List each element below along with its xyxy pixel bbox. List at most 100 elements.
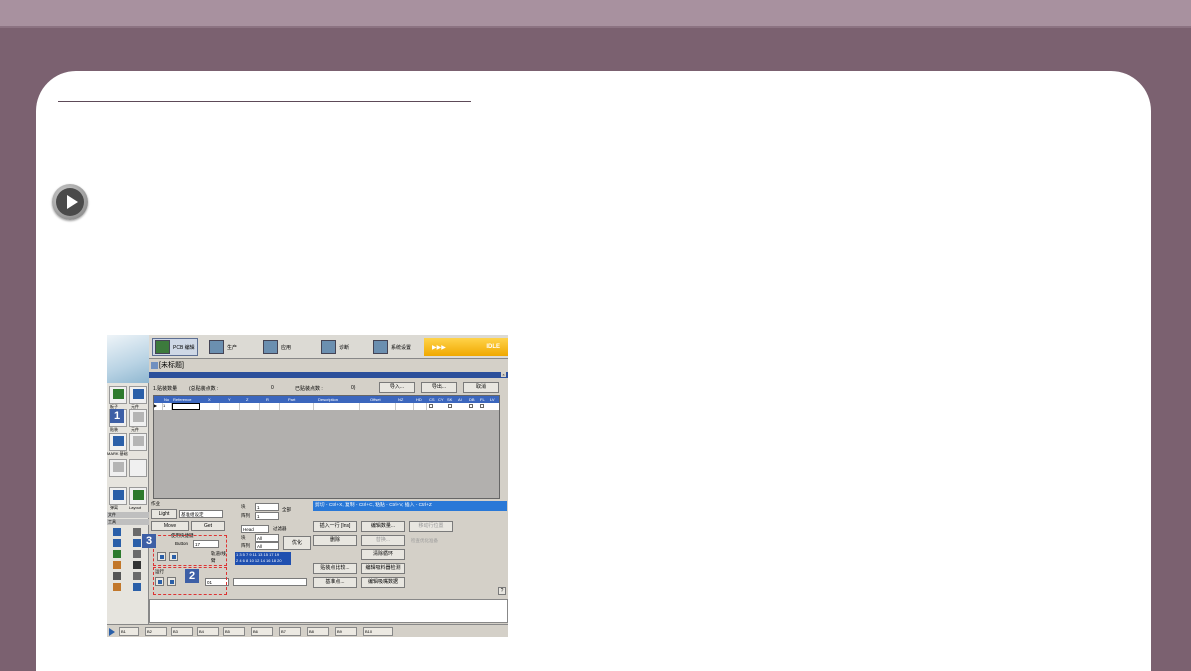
tab-diagnostic-label: 诊断 bbox=[339, 344, 350, 351]
layout-button[interactable] bbox=[129, 487, 147, 505]
tab-pcb-edit[interactable]: PCB 编辑 bbox=[152, 338, 198, 356]
z-cell[interactable] bbox=[240, 403, 260, 410]
col-cy: CY bbox=[438, 397, 444, 402]
part-cell[interactable] bbox=[280, 403, 314, 410]
file-section[interactable]: 文件 bbox=[107, 512, 149, 518]
light-button[interactable]: Light bbox=[151, 509, 177, 519]
status-play-icon[interactable] bbox=[109, 628, 115, 636]
nz-cell[interactable] bbox=[396, 403, 414, 410]
tool-image-icon[interactable] bbox=[133, 550, 141, 558]
all-checkbox[interactable]: 全部 bbox=[282, 507, 291, 513]
edit-feeder-button[interactable]: 编辑吸料器检测 bbox=[361, 563, 405, 574]
replace-button[interactable]: 替换... bbox=[361, 535, 405, 546]
bottom-status-bar: B1 B2 B3 B4 B5 B6 B7 B8 B9 B10 bbox=[107, 624, 508, 637]
col-lv: LV bbox=[490, 397, 495, 402]
application-icon bbox=[263, 340, 278, 354]
edit-nozzle-button[interactable]: 编辑吸嘴数据 bbox=[361, 577, 405, 588]
placement-grid[interactable]: No Reference X Y Z R Part Description Of… bbox=[153, 395, 500, 499]
offset-cell[interactable] bbox=[360, 403, 396, 410]
tab-pcb-edit-label: PCB 编辑 bbox=[173, 344, 195, 351]
callout-badge-1: 1 bbox=[110, 409, 124, 423]
left-panel-decoration bbox=[107, 335, 149, 383]
search-button[interactable] bbox=[129, 433, 147, 451]
pcb-icon bbox=[155, 340, 170, 354]
component-button[interactable] bbox=[129, 386, 147, 404]
check-optimize-checkbox[interactable]: 检查优化准备 bbox=[411, 538, 438, 544]
tab-system-settings[interactable]: 系统设置 bbox=[373, 338, 411, 356]
block-all-select[interactable]: All bbox=[255, 534, 279, 542]
tool-pencil-icon[interactable] bbox=[113, 561, 121, 569]
move-button[interactable]: Move bbox=[151, 521, 189, 531]
tool-list-icon[interactable] bbox=[133, 583, 141, 591]
play-icon[interactable] bbox=[52, 184, 88, 220]
array-all-select[interactable]: All bbox=[255, 542, 279, 550]
document-icon bbox=[151, 361, 158, 369]
blank-button[interactable] bbox=[129, 459, 147, 477]
status-b7: B7 bbox=[279, 627, 301, 636]
col-reference: Reference bbox=[173, 397, 192, 402]
y-cell[interactable] bbox=[220, 403, 240, 410]
tab-application[interactable]: 应用 bbox=[263, 338, 291, 356]
warning-button[interactable] bbox=[109, 487, 127, 505]
tool-up-icon[interactable] bbox=[113, 528, 121, 536]
light-select[interactable]: 基准组设定 bbox=[179, 510, 223, 518]
tool-info-icon[interactable] bbox=[133, 561, 141, 569]
import-button[interactable]: 导入... bbox=[379, 382, 415, 393]
delete-button[interactable]: 删除 bbox=[313, 535, 357, 546]
db-checkbox[interactable] bbox=[469, 404, 473, 408]
block-select[interactable]: 1 bbox=[255, 503, 279, 511]
tab-production[interactable]: 生产 bbox=[209, 338, 237, 356]
tool-person-icon[interactable] bbox=[133, 539, 141, 547]
base-point-button[interactable]: 基准点... bbox=[313, 577, 357, 588]
shortcut-hint-bar: 剪切 - Ctrl+X, 复制 - Ctrl+C, 粘贴 - Ctrl+V, 插… bbox=[313, 501, 507, 511]
help-icon[interactable]: ? bbox=[498, 587, 506, 595]
clear-loop-button[interactable]: 清除循环 bbox=[361, 549, 405, 560]
description-cell[interactable] bbox=[314, 403, 360, 410]
cs-checkbox[interactable] bbox=[429, 404, 433, 408]
tab-system-settings-label: 系统设置 bbox=[391, 344, 412, 351]
r-cell[interactable] bbox=[260, 403, 280, 410]
tool-arrow-icon[interactable] bbox=[113, 550, 121, 558]
head-select[interactable]: Head bbox=[241, 525, 269, 533]
speed-input[interactable] bbox=[233, 578, 307, 586]
number-grid[interactable]: 1 3 5 7 9 11 13 15 17 19 2 4 6 8 10 12 1… bbox=[235, 552, 291, 565]
inner-window-bar: × bbox=[149, 372, 508, 378]
tool-print-icon[interactable] bbox=[133, 572, 141, 580]
insert-row-button[interactable]: 插入一行 [Ins] bbox=[313, 521, 357, 532]
optimize-button[interactable]: 优化 bbox=[283, 536, 311, 550]
sk-checkbox[interactable] bbox=[448, 404, 452, 408]
eject-button[interactable] bbox=[109, 459, 127, 477]
fiducial-button[interactable] bbox=[109, 433, 127, 451]
tool-grid-icon[interactable] bbox=[133, 528, 141, 536]
bulk-edit-button[interactable]: 编辑数量... bbox=[361, 521, 405, 532]
col-part: Part bbox=[288, 397, 296, 402]
nozzle-button[interactable] bbox=[129, 409, 147, 427]
lv-checkbox[interactable] bbox=[480, 404, 484, 408]
table-row[interactable]: ▶ 1 bbox=[154, 403, 499, 410]
tool-rotate-icon[interactable] bbox=[113, 539, 121, 547]
tab-diagnostic[interactable]: 诊断 bbox=[321, 338, 349, 356]
row-no: 1 bbox=[163, 403, 172, 410]
ref-compare-button[interactable]: 贴装点比较... bbox=[313, 563, 357, 574]
x-cell[interactable] bbox=[200, 403, 220, 410]
status-b3: B3 bbox=[171, 627, 193, 636]
settings-icon bbox=[373, 340, 388, 354]
callout-badge-2: 2 bbox=[185, 569, 199, 583]
grid-header: No Reference X Y Z R Part Description Of… bbox=[154, 396, 499, 403]
close-icon bbox=[113, 490, 124, 500]
cancel-button[interactable]: 取消 bbox=[463, 382, 499, 393]
reference-cell[interactable] bbox=[172, 403, 200, 410]
tool-target-icon[interactable] bbox=[113, 583, 121, 591]
move-row-button[interactable]: 移动行位置 bbox=[409, 521, 453, 532]
inner-close-icon[interactable]: × bbox=[501, 372, 506, 377]
idle-status-text: IDLE bbox=[486, 344, 500, 350]
tool-script-icon[interactable] bbox=[113, 572, 121, 580]
array-select[interactable]: 1 bbox=[255, 512, 279, 520]
get-button[interactable]: Get bbox=[191, 521, 225, 531]
document-title-bar: [未标题] bbox=[149, 360, 508, 372]
mount-info-row: 1.贴装数量 (总贴装点数 : 0 已贴装点数 : 0) 导入... 导出...… bbox=[151, 382, 506, 394]
tool-section[interactable]: 工具 bbox=[107, 519, 149, 525]
board-button[interactable] bbox=[109, 386, 127, 404]
export-button[interactable]: 导出... bbox=[421, 382, 457, 393]
hd-cell[interactable] bbox=[414, 403, 427, 410]
